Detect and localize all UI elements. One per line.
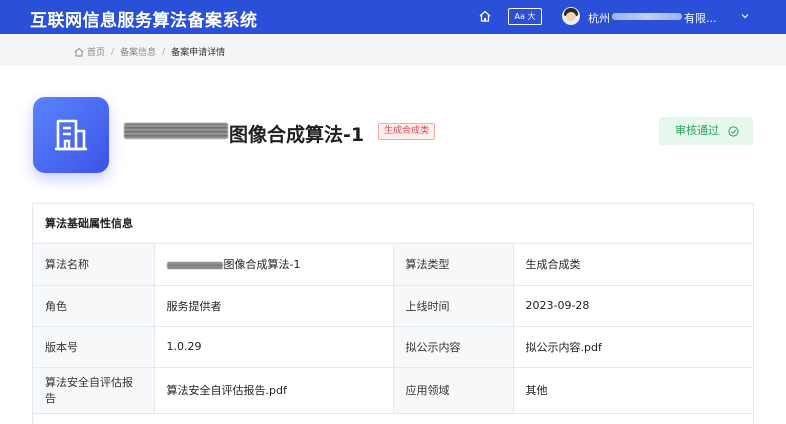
field-label: 拟公示内容 [393, 326, 514, 368]
status-badge: 审核通过 [659, 117, 753, 145]
breadcrumb-filing-info[interactable]: 备案信息 [120, 45, 156, 58]
basic-info-card: 算法基础属性信息 算法名称 图像合成算法-1 算法类型 生成合成类 角色 服务提… [32, 203, 754, 424]
field-value: 其他 [513, 367, 753, 414]
algorithm-title-redacted [124, 123, 228, 139]
algorithm-type-badge: 生成合成类 [378, 123, 436, 140]
field-label: 算法安全自评估报告 [33, 367, 155, 414]
table-row: 版本号 1.0.29 拟公示内容 拟公示内容.pdf [33, 326, 753, 368]
table-row: 算法安全自评估报告 算法安全自评估报告.pdf 应用领域 其他 [33, 367, 753, 414]
public-content-pdf-link[interactable]: 拟公示内容.pdf [513, 326, 753, 368]
field-label: 版本号 [33, 326, 155, 368]
breadcrumb: 首页 / 备案信息 / 备案申请详情 [74, 45, 225, 58]
field-value: 生成合成类 [513, 244, 753, 286]
field-label: 应用领域 [393, 367, 514, 414]
font-size-button[interactable]: Aa 大 [508, 8, 542, 25]
algorithm-title: 图像合成算法-1 [229, 124, 365, 146]
card-title: 算法基础属性信息 [33, 204, 753, 244]
chevron-down-icon[interactable] [740, 11, 750, 21]
user-name-prefix[interactable]: 杭州 [588, 10, 610, 26]
self-assessment-report-file[interactable]: 算法安全自评估报告.pdf [154, 367, 394, 414]
breadcrumb-separator: / [111, 46, 115, 57]
breadcrumb-bar: 首页 / 备案信息 / 备案申请详情 [0, 34, 786, 66]
algorithm-icon [33, 97, 109, 173]
check-circle-icon [728, 126, 739, 137]
field-label: 算法名称 [33, 244, 155, 286]
building-icon [55, 119, 87, 151]
breadcrumb-current: 备案申请详情 [171, 48, 226, 58]
top-header: 互联网信息服务算法备案系统 Aa 大 杭州 有限... [0, 0, 786, 34]
field-label: 角色 [33, 285, 155, 327]
system-title: 互联网信息服务算法备案系统 [30, 11, 258, 31]
algorithm-name-redacted [166, 261, 223, 269]
avatar[interactable] [562, 7, 580, 25]
table-row: 角色 服务提供者 上线时间 2023-09-28 [33, 285, 753, 327]
field-value: 服务提供者 [154, 285, 394, 327]
field-value-algorithm-name: 图像合成算法-1 [154, 244, 394, 286]
avatar-face [566, 12, 576, 21]
field-label: 上线时间 [393, 285, 514, 327]
table-row: 算法名称 图像合成算法-1 算法类型 生成合成类 [33, 244, 753, 286]
field-label: 算法类型 [393, 244, 514, 286]
breadcrumb-home[interactable]: 首页 [87, 45, 105, 58]
user-name-redacted [612, 13, 682, 20]
breadcrumb-separator: / [162, 46, 166, 57]
field-value: 1.0.29 [154, 326, 394, 368]
status-text: 审核通过 [675, 124, 719, 137]
user-name-suffix[interactable]: 有限... [684, 10, 717, 26]
basic-info-table: 算法名称 图像合成算法-1 算法类型 生成合成类 角色 服务提供者 上线时间 2… [33, 244, 753, 414]
field-value: 2023-09-28 [513, 285, 753, 327]
home-icon [74, 47, 84, 56]
algorithm-name-text: 图像合成算法-1 [223, 258, 301, 272]
home-icon[interactable] [478, 9, 492, 23]
